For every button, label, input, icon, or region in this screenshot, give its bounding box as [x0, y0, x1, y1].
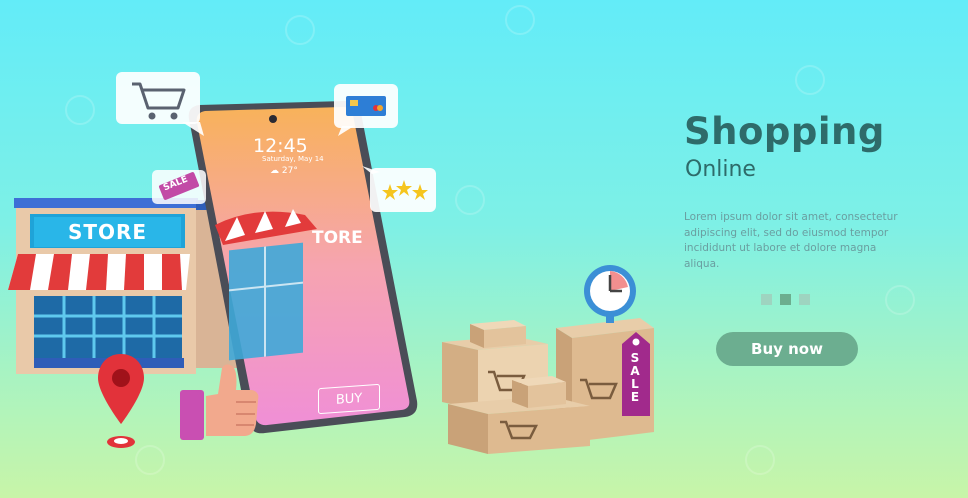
carousel-dot-active[interactable] [780, 294, 791, 305]
hero-description: Lorem ipsum dolor sit amet, consectetur … [684, 211, 898, 270]
shopping-cart-icon [116, 72, 204, 136]
rating-bubble [362, 166, 436, 212]
phone-weather: ☁ 27° [270, 166, 298, 176]
hero-subtitle: Online [685, 157, 756, 182]
landing-banner: 12:45 Saturday, May 14 ☁ 27° BUY STORE T… [0, 0, 968, 498]
store-sign-left: STORE [67, 220, 148, 244]
phone-clock-time: 12:45 [253, 135, 308, 157]
hero-title: Shopping [684, 110, 885, 153]
clock-icon [584, 265, 636, 323]
phone-buy-button[interactable]: BUY [318, 383, 380, 415]
location-pin-icon [98, 354, 144, 448]
carousel-dot[interactable] [799, 294, 810, 305]
carousel-dot[interactable] [761, 294, 772, 305]
phone-clock-date: Saturday, May 14 [262, 155, 324, 163]
credit-card-icon [334, 84, 398, 136]
sale-tag-icon [152, 170, 206, 204]
buy-now-button[interactable]: Buy now [716, 332, 858, 366]
carousel-indicators [761, 294, 810, 305]
thumbs-up-icon [180, 364, 259, 440]
sale-tag-label: S A L E [630, 351, 640, 404]
store-sign-right: TORE [312, 228, 363, 248]
